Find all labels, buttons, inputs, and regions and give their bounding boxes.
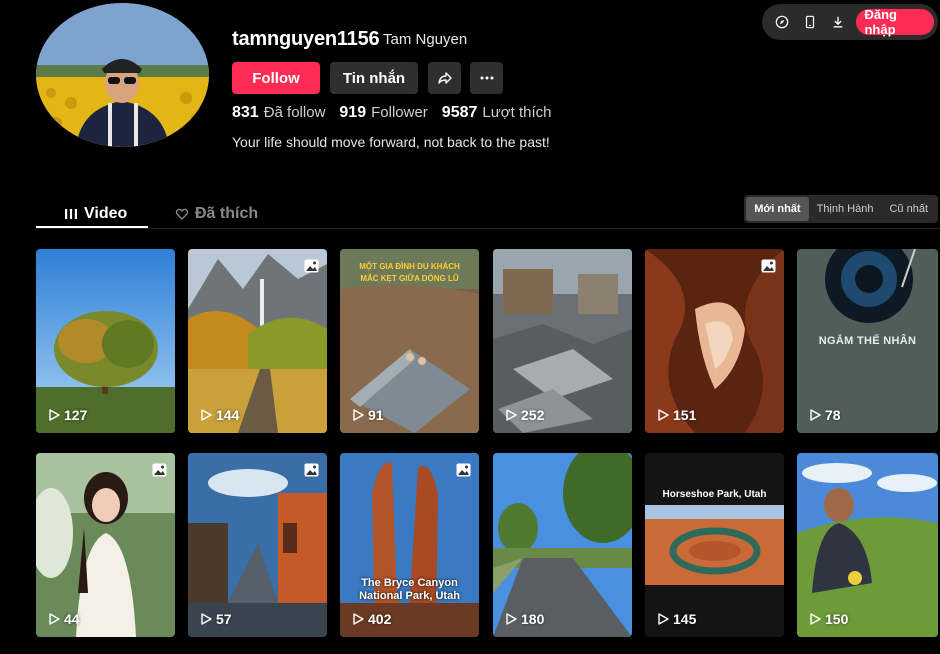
view-count: 78	[809, 407, 841, 423]
video-caption: MỘT GIA ĐÌNH DU KHÁCH MẮC KẸT GIỮA DÒNG …	[359, 262, 460, 283]
video-caption: The Bryce Canyon National Park, Utah	[359, 577, 460, 602]
download-icon[interactable]	[828, 11, 848, 33]
view-count: 57	[200, 611, 232, 627]
play-icon	[658, 613, 669, 625]
view-count: 44	[48, 611, 80, 627]
more-options-button[interactable]	[470, 62, 503, 94]
play-icon	[506, 409, 517, 421]
video-card[interactable]: Horseshoe Park, Utah 145	[645, 453, 784, 637]
video-card[interactable]: 57	[188, 453, 327, 637]
video-card[interactable]: 180	[493, 453, 632, 637]
photo-icon	[304, 259, 319, 273]
stat-followers[interactable]: 919 Follower	[339, 104, 427, 122]
play-icon	[49, 613, 60, 625]
view-count: 127	[48, 407, 87, 423]
login-button[interactable]: Đăng nhập	[856, 7, 934, 37]
photo-icon	[761, 259, 776, 273]
play-icon	[658, 409, 669, 421]
stat-likes: 9587 Lượt thích	[441, 104, 552, 121]
play-icon	[353, 613, 364, 625]
compass-icon[interactable]	[772, 11, 792, 33]
video-card[interactable]: MỘT GIA ĐÌNH DU KHÁCH MẮC KẸT GIỮA DÒNG …	[340, 249, 479, 433]
video-card[interactable]: 150	[797, 453, 938, 637]
profile-avatar	[36, 3, 209, 147]
play-icon	[201, 613, 212, 625]
photo-icon	[456, 463, 471, 477]
view-count: 144	[200, 407, 239, 423]
sort-oldest[interactable]: Cũ nhất	[881, 197, 936, 221]
view-count: 252	[505, 407, 544, 423]
view-count: 151	[657, 407, 696, 423]
play-icon	[810, 409, 821, 421]
photo-icon	[304, 463, 319, 477]
video-card[interactable]: 44	[36, 453, 175, 637]
play-icon	[506, 613, 517, 625]
share-button[interactable]	[428, 62, 461, 94]
video-card[interactable]: 144	[188, 249, 327, 433]
phone-icon[interactable]	[800, 11, 820, 33]
video-card[interactable]: NGẮM THẾ NHÂN 78	[797, 249, 938, 433]
nickname: Tam Nguyen	[383, 31, 468, 48]
view-count: 402	[352, 611, 391, 627]
view-count: 145	[657, 611, 696, 627]
username: tamnguyen1156	[232, 28, 380, 50]
sort-newest[interactable]: Mới nhất	[746, 197, 809, 221]
profile-bio: Your life should move forward, not back …	[232, 134, 550, 150]
active-tab-indicator	[36, 226, 148, 228]
play-icon	[201, 409, 212, 421]
play-icon	[49, 409, 60, 421]
video-caption: NGẮM THẾ NHÂN	[818, 335, 917, 347]
view-count: 91	[352, 407, 384, 423]
share-icon	[437, 72, 452, 84]
view-count: 150	[809, 611, 848, 627]
video-caption: Horseshoe Park, Utah	[662, 489, 767, 500]
stat-following[interactable]: 831 Đã follow	[232, 104, 325, 122]
sort-selector: Mới nhất Thịnh Hành Cũ nhất	[744, 195, 938, 223]
heart-lock-icon	[175, 208, 189, 220]
video-card[interactable]: 252	[493, 249, 632, 433]
video-card[interactable]: 151	[645, 249, 784, 433]
photo-icon	[152, 463, 167, 477]
grid-icon	[65, 209, 77, 219]
video-card[interactable]: The Bryce Canyon National Park, Utah 402	[340, 453, 479, 637]
tab-liked[interactable]: Đã thích	[175, 200, 258, 228]
more-icon	[480, 76, 493, 80]
tab-divider	[36, 228, 940, 229]
tab-video[interactable]: Video	[64, 200, 127, 228]
video-card[interactable]: 127	[36, 249, 175, 433]
view-count: 180	[505, 611, 544, 627]
message-button[interactable]: Tin nhắn	[330, 62, 418, 94]
sort-popular[interactable]: Thịnh Hành	[809, 197, 882, 221]
follow-button[interactable]: Follow	[232, 62, 320, 94]
play-icon	[810, 613, 821, 625]
profile-stats: 831 Đã follow 919 Follower 9587 Lượt thích	[232, 104, 551, 122]
play-icon	[353, 409, 364, 421]
top-toolbar: Đăng nhập	[762, 4, 938, 40]
